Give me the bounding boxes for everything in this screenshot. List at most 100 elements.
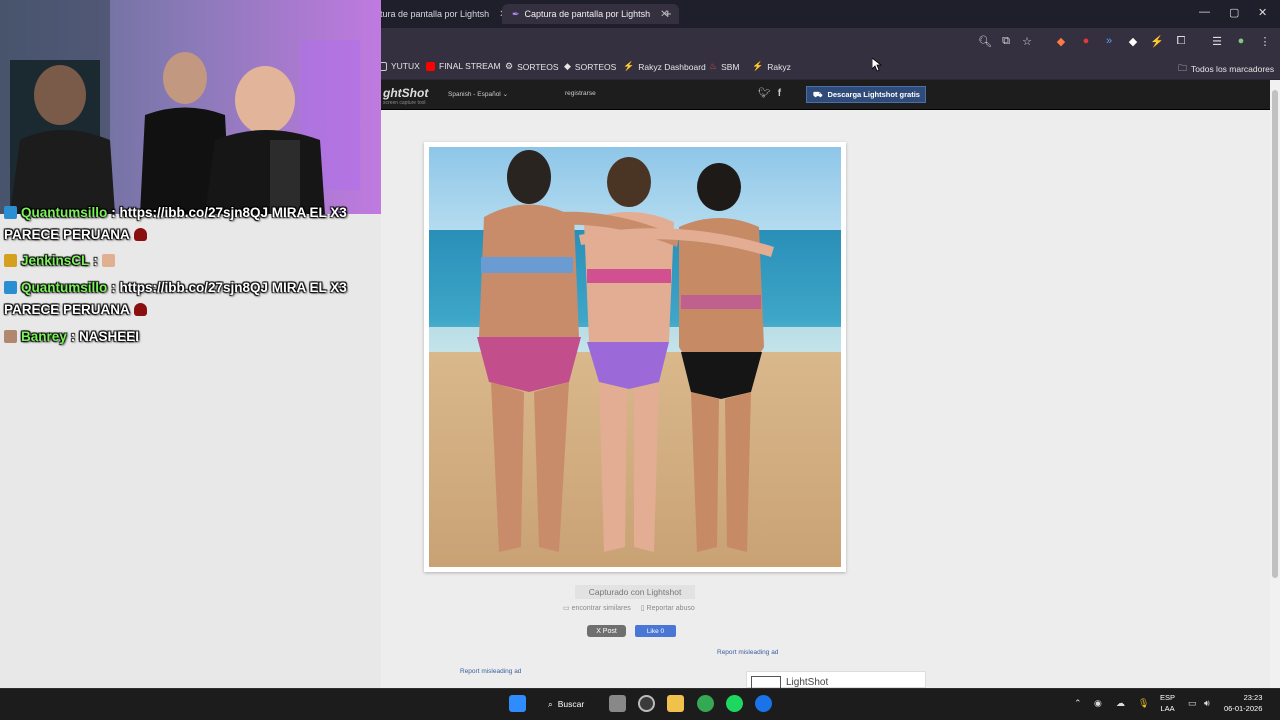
sub-badge-icon	[4, 206, 17, 219]
scrollbar-thumb[interactable]	[1272, 90, 1278, 578]
extension-twitch-icon[interactable]: ⚡	[1150, 34, 1164, 48]
maximize-button[interactable]: ▢	[1229, 6, 1239, 19]
webcam-overlay	[0, 0, 381, 214]
all-bookmarks-folder[interactable]: 🗀 Todos los marcadores	[1178, 61, 1274, 77]
lightshot-logo[interactable]: ghtShot	[383, 86, 428, 100]
task-view-icon[interactable]	[609, 695, 626, 712]
spotify-icon[interactable]	[726, 695, 743, 712]
register-link[interactable]: registrarse	[565, 90, 596, 97]
bookmark-label: Rakyz	[767, 61, 791, 72]
chat-message: PARECE PERUANA	[4, 302, 147, 317]
chat-username: Quantumsillo	[21, 205, 108, 220]
feather-icon: ✒	[512, 8, 520, 19]
chat-text: PARECE PERUANA	[4, 227, 130, 242]
bookmark-rakyz[interactable]: ⚡ Rakyz	[752, 61, 791, 72]
twitter-icon[interactable]: 🐦︎	[758, 88, 771, 99]
facebook-like-button[interactable]: Like 0	[635, 625, 676, 637]
app-icon[interactable]	[755, 695, 772, 712]
diamond-icon: ◆	[564, 61, 571, 71]
tab-title: Captura de pantalla por Lightsh	[524, 9, 651, 19]
report-abuse-label: Reportar abuso	[646, 605, 695, 612]
image-actions: ▭ encontrar similares ▯ Reportar abuso	[563, 604, 695, 612]
gear-icon: ⚙	[505, 61, 514, 71]
bookmark-rakyz-dashboard[interactable]: ⚡ Rakyz Dashboard	[623, 61, 706, 72]
microphone-icon[interactable]: 🎙︎	[1138, 698, 1149, 709]
tab-search-icon[interactable]: ☰	[1210, 34, 1224, 48]
chat-message: JenkinsCL :	[4, 253, 115, 268]
clock-date: 06-01-2026	[1224, 704, 1263, 713]
report-misleading-ad-link[interactable]: Report misleading ad	[717, 649, 778, 656]
taskbar-search-label: Buscar	[557, 699, 585, 709]
x-post-button[interactable]: X Post	[587, 625, 626, 637]
report-misleading-ad-link[interactable]: Report misleading ad	[460, 668, 521, 675]
download-lightshot-button[interactable]: ⛟ Descarga Lightshot gratis	[806, 86, 926, 103]
avatar-badge-icon	[4, 330, 17, 343]
extension-fox-icon[interactable]: ◆	[1054, 34, 1068, 48]
bolt-icon: ⚡	[623, 61, 635, 71]
find-similar-link[interactable]: ▭ encontrar similares	[563, 604, 631, 612]
volume-icon[interactable]: 🔊︎	[1204, 698, 1210, 709]
sbm-icon: ♨	[709, 61, 718, 71]
steam-icon[interactable]: ◉	[1094, 698, 1102, 709]
browser-tab-active[interactable]: ✒ Captura de pantalla por Lightsh ✕	[502, 4, 679, 24]
close-window-button[interactable]: ✕	[1258, 6, 1267, 19]
browser-tab-inactive[interactable]: tura de pantalla por Lightsh ✕	[370, 4, 517, 24]
captured-with-lightshot-label[interactable]: Capturado con Lightshot	[575, 585, 695, 599]
language-label: Spanish - Español	[448, 91, 501, 98]
clock-time: 23:23	[1243, 693, 1263, 702]
cloud-icon[interactable]: ☁	[1116, 698, 1125, 709]
bookmark-label: Todos los marcadores	[1191, 64, 1275, 74]
lightshot-card-name: LightShot	[786, 677, 829, 688]
extension-diamond-icon[interactable]: ◆	[1126, 34, 1140, 48]
tab-title: tura de pantalla por Lightsh	[380, 9, 490, 19]
emote-icon	[133, 303, 147, 316]
menu-dots-icon[interactable]: ⋮	[1258, 34, 1272, 48]
minimize-button[interactable]: —	[1199, 6, 1210, 18]
bookmark-star-icon[interactable]: ☆	[1020, 34, 1034, 48]
new-tab-button[interactable]: +	[664, 6, 672, 21]
bookmark-final-stream[interactable]: FINAL STREAM	[426, 61, 501, 71]
bookmark-label: SORTEOS	[574, 61, 617, 72]
bolt-icon: ⚡	[752, 61, 764, 71]
chat-username: Quantumsillo	[21, 280, 108, 295]
input-language-indicator[interactable]: ESP LAA	[1160, 692, 1175, 714]
mouse-cursor-icon	[871, 57, 883, 77]
zoom-icon[interactable]: 🔍︎	[978, 34, 992, 48]
download-icon: ⛟	[813, 89, 823, 99]
bookmark-label: YUTUX	[391, 61, 420, 71]
lightshot-logo-subtitle: screen capture tool	[383, 100, 426, 106]
crown-badge-icon	[4, 254, 17, 267]
screenshot-image[interactable]	[429, 147, 841, 567]
bookmark-sorteos-1[interactable]: ⚙ SORTEOS	[505, 61, 559, 72]
install-app-icon[interactable]: ⧉	[999, 34, 1013, 48]
taskbar-search-button[interactable]: ⌕ Buscar	[540, 694, 592, 714]
chat-text: : https://ibb.co/27sjn8QJ MIRA EL X3	[111, 205, 347, 220]
bookmark-label: Rakyz Dashboard	[638, 61, 706, 72]
stream-chat-overlay: Quantumsillo : https://ibb.co/27sjn8QJ M…	[0, 200, 381, 360]
extension-red-icon[interactable]: ●	[1079, 34, 1093, 48]
profile-avatar-icon[interactable]: ●	[1234, 34, 1248, 48]
obs-icon[interactable]	[638, 695, 655, 712]
bookmark-sbm[interactable]: ♨ SBM	[709, 61, 740, 72]
system-clock[interactable]: 23:23 06-01-2026	[1224, 692, 1262, 714]
tray-chevron-up-icon[interactable]: ⌃	[1074, 698, 1082, 709]
bookmark-label: FINAL STREAM	[439, 61, 501, 71]
language-select[interactable]: Spanish - Español ⌄	[448, 90, 508, 98]
facebook-icon[interactable]: f	[778, 88, 781, 99]
report-abuse-link[interactable]: ▯ Reportar abuso	[641, 604, 695, 612]
chrome-icon[interactable]	[697, 695, 714, 712]
chevron-down-icon: ⌄	[502, 91, 509, 98]
youtube-icon	[426, 61, 435, 71]
bookmark-sorteos-2[interactable]: ◆ SORTEOS	[564, 61, 616, 72]
bookmark-yutux[interactable]: YUTUX	[378, 61, 420, 71]
file-explorer-icon[interactable]	[667, 695, 684, 712]
sub-badge-icon	[4, 281, 17, 294]
chat-text: PARECE PERUANA	[4, 302, 130, 317]
extensions-puzzle-icon[interactable]: ⧠	[1174, 34, 1188, 48]
extension-signal-icon[interactable]: »	[1102, 34, 1116, 48]
social-links: 🐦︎ f	[758, 88, 781, 99]
search-icon: ⌕	[548, 698, 553, 709]
find-similar-label: encontrar similares	[571, 605, 631, 612]
windows-start-icon[interactable]	[509, 695, 526, 712]
network-icon[interactable]: ▭	[1188, 698, 1197, 709]
